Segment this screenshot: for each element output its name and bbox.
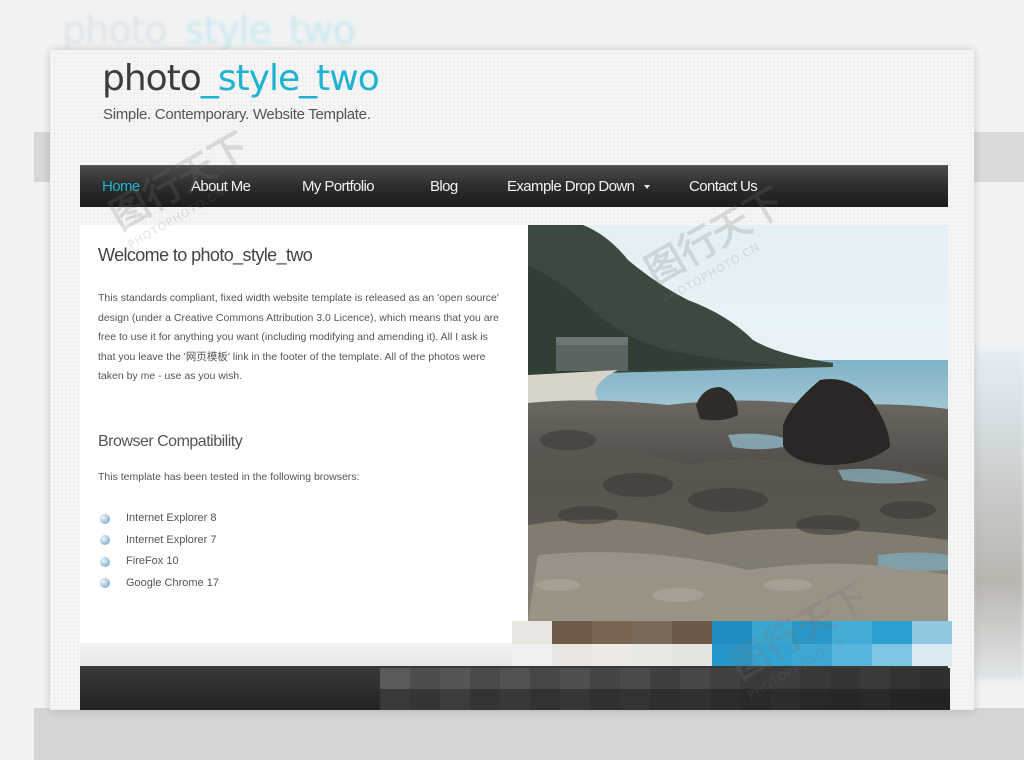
compatibility-heading: Browser Compatibility: [98, 433, 243, 450]
pixelated-mosaic: [512, 621, 952, 667]
nav-item-example-drop-down-label: Example Drop Down: [507, 178, 635, 195]
nav-item-my-portfolio[interactable]: My Portfolio: [302, 166, 375, 208]
hero-photo-beach: [528, 225, 948, 621]
page-heading: Welcome to photo_style_two: [98, 245, 313, 265]
beach-rocks-image: [528, 225, 948, 621]
main-content: Welcome to photo_style_two This standard…: [80, 225, 529, 643]
nav-item-example-drop-down[interactable]: Example Drop Down: [507, 166, 651, 208]
bullet-icon: [100, 535, 110, 546]
list-item: Internet Explorer 8: [100, 508, 219, 530]
list-item: Google Chrome 17: [100, 573, 219, 595]
browser-list: Internet Explorer 8 Internet Explorer 7 …: [100, 508, 219, 594]
bullet-icon: [100, 556, 110, 567]
site-slogan: Simple. Contemporary. Website Template.: [103, 106, 371, 123]
list-item: Internet Explorer 7: [100, 530, 219, 552]
bullet-icon: [100, 513, 110, 524]
intro-paragraph: This standards compliant, fixed width we…: [98, 292, 499, 383]
background-nav-band-right: [974, 132, 1024, 182]
site-logo[interactable]: photo_style_two: [102, 58, 380, 99]
pixelated-footer: [380, 668, 950, 710]
background-bottom-band: [34, 708, 1024, 760]
background-title-reflection: photo_style_two: [62, 8, 356, 52]
website-template-preview: photo_style_two Simple. Contemporary. We…: [50, 50, 974, 710]
background-photo-reflection: [974, 350, 1024, 680]
nav-item-about-me[interactable]: About Me: [191, 166, 251, 208]
chevron-down-icon: [644, 185, 651, 190]
bullet-icon: [100, 578, 110, 589]
main-navigation: Home About Me My Portfolio Blog Example …: [80, 165, 948, 207]
nav-item-contact-us[interactable]: Contact Us: [689, 166, 758, 208]
nav-item-blog[interactable]: Blog: [430, 166, 458, 208]
list-item: FireFox 10: [100, 551, 219, 573]
nav-item-home[interactable]: Home: [102, 166, 140, 208]
compatibility-intro: This template has been tested in the fol…: [98, 471, 360, 483]
